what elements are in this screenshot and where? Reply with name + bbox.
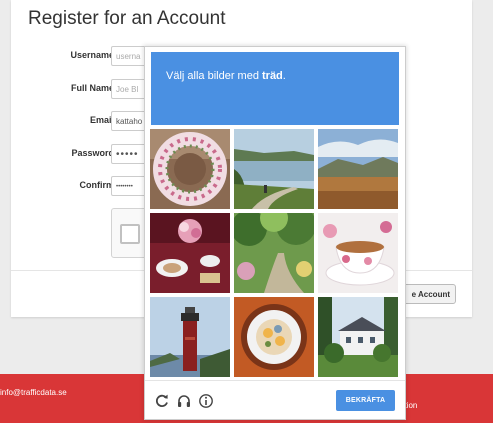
page-title: Register for an Account (28, 8, 226, 29)
tile-wreath[interactable] (150, 129, 230, 209)
email-label: Email: (89, 115, 117, 125)
captcha-toolbar: BEKRÄFTA (145, 380, 405, 420)
footer-email[interactable]: info@trafficdata.se (0, 388, 67, 397)
captcha-challenge: Välj alla bilder med träd. BEKRÄFTA (144, 46, 406, 420)
email-row: Email: kattaho (11, 111, 171, 133)
confirm-row: Confirm: •••••••• (11, 176, 171, 198)
tile-house-trees[interactable] (318, 297, 398, 377)
reload-icon[interactable] (154, 393, 170, 409)
instruction-target: träd (262, 70, 283, 82)
instruction-prefix: Välj alla bilder med (166, 70, 262, 82)
instruction-suffix: . (282, 70, 286, 82)
password-label: Password: (71, 148, 117, 158)
tile-lighthouse[interactable] (150, 297, 230, 377)
captcha-instructions: Välj alla bilder med träd. (151, 52, 399, 125)
tile-food-plate[interactable] (234, 297, 314, 377)
tile-garden-path[interactable] (234, 213, 314, 293)
captcha-instruction-text: Välj alla bilder med träd. (166, 70, 286, 82)
tile-teacup[interactable] (318, 213, 398, 293)
info-icon[interactable] (198, 393, 214, 409)
verify-button[interactable]: BEKRÄFTA (336, 390, 395, 411)
confirm-label: Confirm: (79, 180, 118, 190)
username-row: Username: userna (11, 46, 171, 68)
tile-moorland[interactable] (318, 129, 398, 209)
username-label: Username: (70, 50, 117, 60)
recaptcha-checkbox[interactable] (120, 224, 140, 244)
password-row: Password: ••••• (11, 144, 171, 166)
captcha-image-grid (150, 129, 400, 377)
tile-lakeside-path[interactable] (234, 129, 314, 209)
fullname-label: Full Name: (70, 83, 117, 93)
audio-icon[interactable] (176, 393, 192, 409)
fullname-row: Full Name: Joe Bl (11, 79, 171, 101)
tile-table-setting[interactable] (150, 213, 230, 293)
